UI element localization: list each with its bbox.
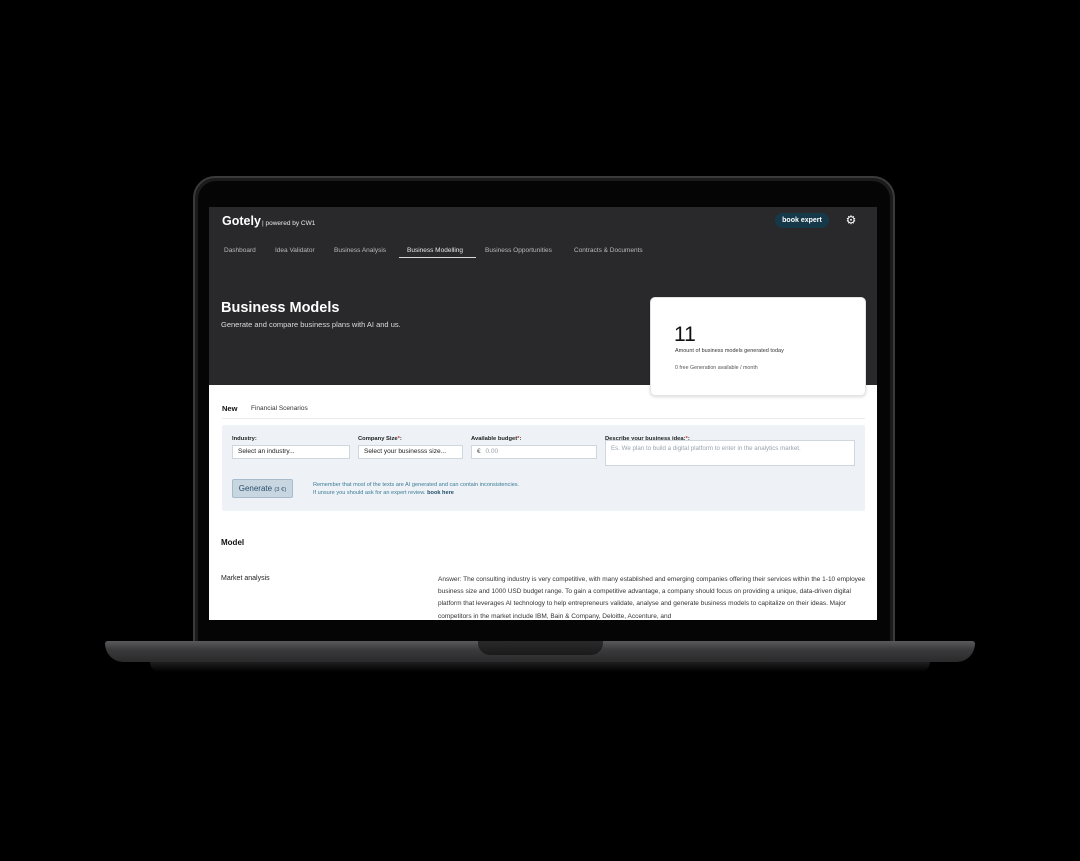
nav-contracts-documents[interactable]: Contracts & Documents: [574, 247, 643, 254]
nav-dashboard[interactable]: Dashboard: [224, 247, 256, 254]
nav-business-analysis[interactable]: Business Analysis: [334, 247, 386, 254]
generate-label: Generate: [238, 484, 273, 493]
laptop-notch: [478, 641, 603, 655]
industry-label: Industry:: [232, 436, 257, 442]
currency-symbol: €: [477, 448, 481, 455]
nav-idea-validator[interactable]: Idea Validator: [275, 247, 315, 254]
book-expert-button[interactable]: book expert: [775, 213, 829, 228]
budget-label: Available budget*:: [471, 436, 522, 442]
app-screen: Gotely | powered by CW1 book expert ⚙ Da…: [209, 207, 877, 620]
budget-input[interactable]: € 0.00: [471, 445, 597, 459]
market-analysis-label: Market analysis: [221, 575, 270, 582]
generation-form: Industry: Select an industry... Company …: [222, 425, 865, 511]
industry-select[interactable]: Select an industry...: [232, 445, 350, 459]
tabs-divider: [222, 418, 865, 419]
generate-button[interactable]: Generate (3 €): [232, 479, 293, 498]
book-here-link[interactable]: book here: [427, 490, 454, 496]
generate-cost: (3 €): [274, 487, 287, 493]
page-subtitle: Generate and compare business plans with…: [221, 320, 401, 329]
tab-financial-scenarios[interactable]: Financial Scenarios: [251, 405, 308, 412]
gear-icon[interactable]: ⚙: [845, 214, 857, 226]
powered-by-label: | powered by CW1: [262, 220, 316, 227]
laptop-base-shadow: [150, 662, 930, 672]
stat-label: Amount of business models generated toda…: [675, 348, 784, 354]
nav-business-opportunities[interactable]: Business Opportunities: [485, 247, 552, 254]
market-analysis-text: Answer: The consulting industry is very …: [438, 576, 866, 620]
tab-new[interactable]: New: [222, 404, 237, 413]
notice-line-1: Remember that most of the texts are AI g…: [313, 482, 520, 488]
stats-card: 11 Amount of business models generated t…: [650, 297, 866, 396]
page-title: Business Models: [221, 300, 340, 316]
idea-textarea[interactable]: Es. We plan to build a digital platform …: [605, 440, 855, 466]
company-size-label: Company Size*:: [358, 436, 402, 442]
notice-line-2: If unsure you should ask for an expert r…: [313, 490, 454, 496]
stat-value: 11: [674, 323, 696, 346]
company-size-select[interactable]: Select your businesss size...: [358, 445, 463, 459]
budget-placeholder: 0.00: [485, 448, 499, 455]
active-tab-indicator: [399, 257, 476, 258]
brand-logo[interactable]: Gotely: [222, 214, 261, 228]
ai-notice: Remember that most of the texts are AI g…: [313, 481, 519, 497]
stat-note: 0 free Generation available / month: [675, 365, 758, 371]
model-section-title: Model: [221, 538, 245, 547]
nav-business-modelling[interactable]: Business Modelling: [407, 247, 463, 254]
